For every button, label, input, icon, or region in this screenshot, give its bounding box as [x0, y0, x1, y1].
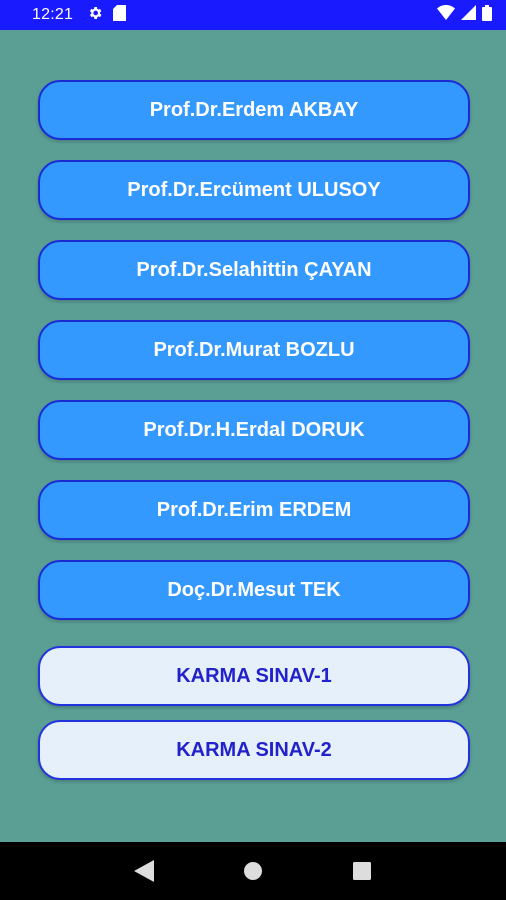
sd-card-icon: [113, 4, 127, 26]
instructor-button-erdal-doruk[interactable]: Prof.Dr.H.Erdal DORUK: [38, 400, 470, 460]
status-bar: 12:21: [0, 0, 506, 30]
instructor-button-erdem-akbay[interactable]: Prof.Dr.Erdem AKBAY: [38, 80, 470, 140]
signal-icon: [461, 5, 476, 25]
instructor-button-murat-bozlu[interactable]: Prof.Dr.Murat BOZLU: [38, 320, 470, 380]
status-time: 12:21: [32, 6, 74, 23]
wifi-icon: [437, 5, 455, 25]
recents-icon[interactable]: [342, 851, 382, 891]
mixed-exam-1-button[interactable]: KARMA SINAV-1: [38, 646, 470, 706]
settings-gear-icon: [87, 5, 103, 26]
battery-icon: [482, 4, 492, 26]
instructor-button-erim-erdem[interactable]: Prof.Dr.Erim ERDEM: [38, 480, 470, 540]
home-icon[interactable]: [233, 851, 273, 891]
mixed-exam-2-button[interactable]: KARMA SINAV-2: [38, 720, 470, 780]
instructor-button-mesut-tek[interactable]: Doç.Dr.Mesut TEK: [38, 560, 470, 620]
back-icon[interactable]: [124, 851, 164, 891]
instructor-button-selahittin-cayan[interactable]: Prof.Dr.Selahittin ÇAYAN: [38, 240, 470, 300]
main-content: Prof.Dr.Erdem AKBAY Prof.Dr.Ercüment ULU…: [0, 30, 506, 842]
instructor-button-ercument-ulusoy[interactable]: Prof.Dr.Ercüment ULUSOY: [38, 160, 470, 220]
navigation-bar: [0, 842, 506, 900]
